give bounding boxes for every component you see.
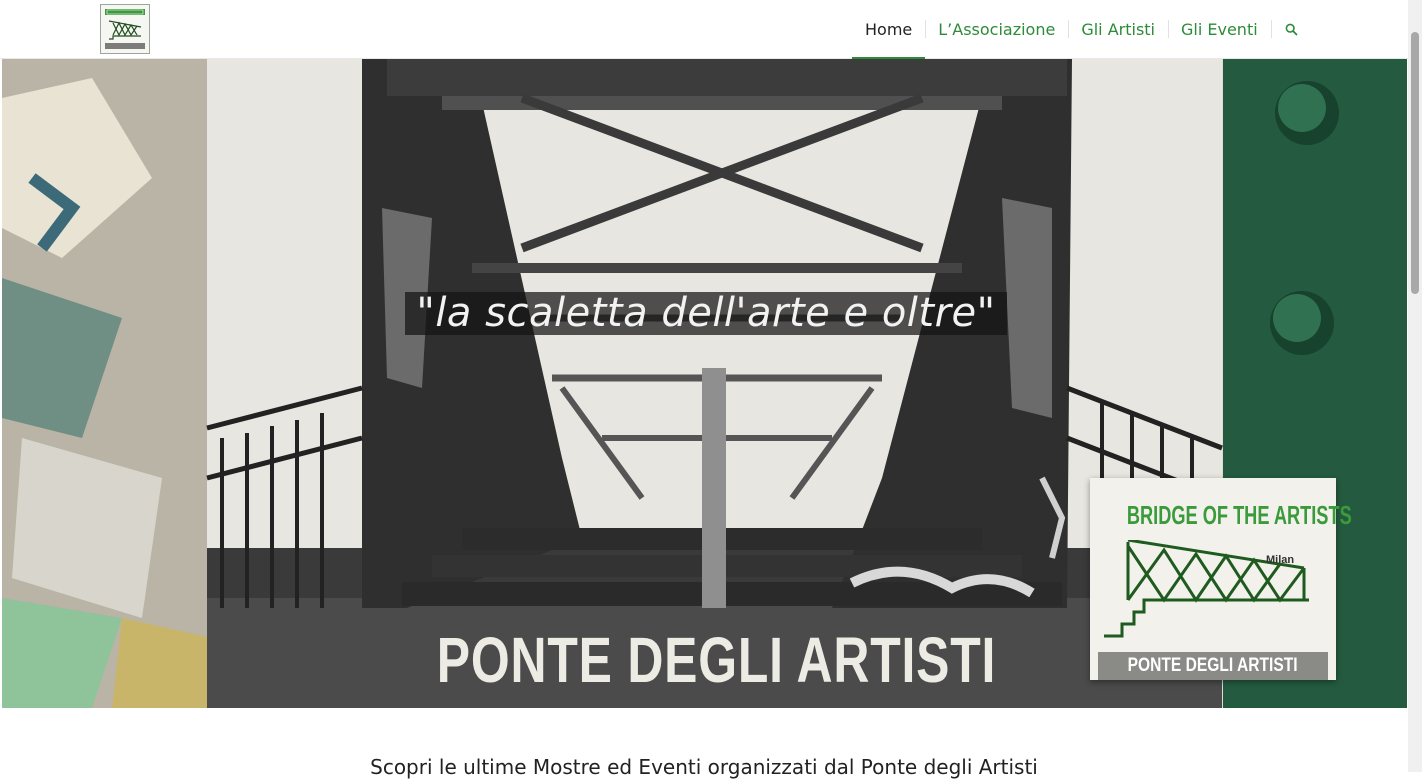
nav-associazione[interactable]: L’Associazione [925, 0, 1068, 58]
site-header: Home L’Associazione Gli Artisti Gli Even… [0, 0, 1408, 59]
intro-text: Scopri le ultime Mostre ed Eventi organi… [370, 755, 1038, 779]
page-scrollbar[interactable] [1408, 0, 1422, 772]
site-logo[interactable] [100, 4, 150, 54]
bridge-badge: BRIDGE OF THE ARTISTS Milan PONTE DEGLI … [1090, 478, 1352, 680]
search-button[interactable] [1270, 0, 1311, 58]
nav-home[interactable]: Home [852, 0, 926, 59]
badge-city: Milan [1266, 554, 1295, 566]
badge-heading: BRIDGE OF THE ARTISTS [1126, 500, 1352, 530]
nav-eventi[interactable]: Gli Eventi [1168, 0, 1271, 58]
main-nav: Home L’Associazione Gli Artisti Gli Even… [852, 0, 1311, 59]
nav-artisti[interactable]: Gli Artisti [1068, 0, 1168, 58]
badge-footer: PONTE DEGLI ARTISTI [1098, 652, 1328, 680]
badge-footer-label: PONTE DEGLI ARTISTI [1128, 655, 1298, 676]
hero-tagline: "la scaletta dell'arte e oltre" [405, 292, 1007, 335]
hero-banner: "la scaletta dell'arte e oltre" PONTE DE… [2, 58, 1407, 708]
scrollbar-thumb[interactable] [1411, 32, 1419, 294]
search-icon [1285, 23, 1298, 36]
hero-title: PONTE DEGLI ARTISTI [436, 624, 997, 696]
bridge-logo-icon [105, 9, 145, 49]
